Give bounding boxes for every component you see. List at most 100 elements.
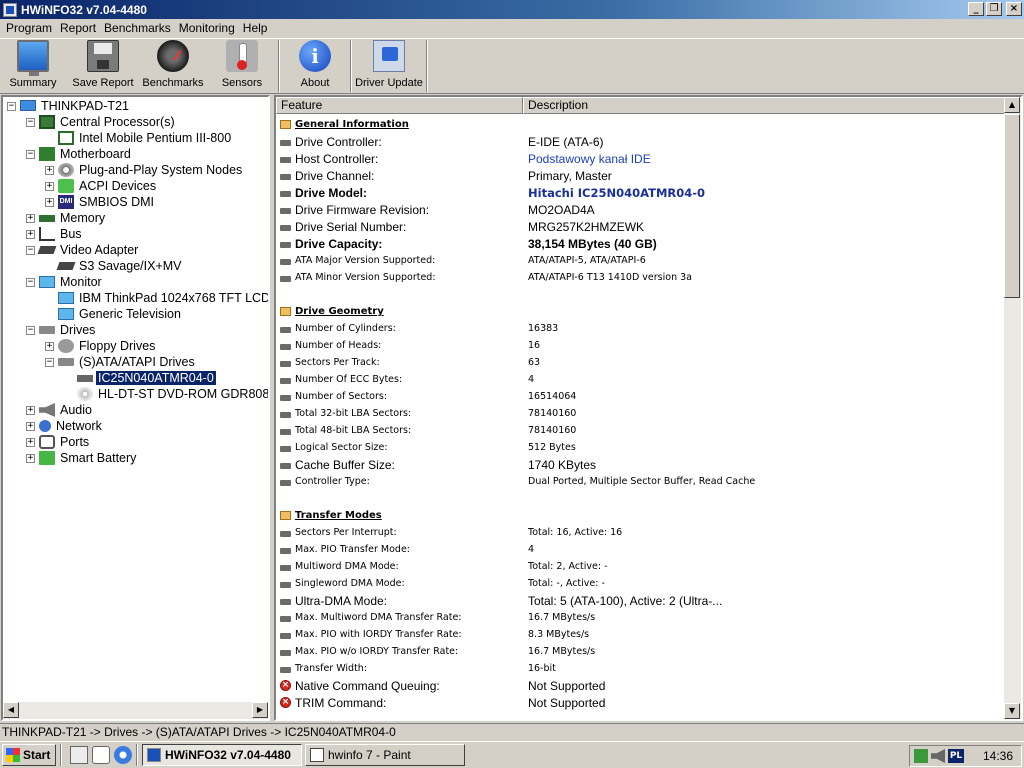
menu-program[interactable]: Program [2,21,56,35]
tree-node[interactable]: + Smart Battery [26,450,138,466]
feature-row[interactable]: Drive Firmware Revision: MO2OAD4A [278,201,1006,218]
expand-toggle[interactable]: + [26,213,35,223]
feature-row[interactable]: Cache Buffer Size: 1740 KBytes [278,456,1006,473]
feature-list[interactable]: Feature Description General Information D… [274,95,1023,721]
restore-button[interactable]: ❐ [986,2,1002,16]
feature-row[interactable]: Max. PIO w/o IORDY Transfer Rate: 16.7 MB… [278,643,1006,660]
tree-node[interactable]: + Ports [26,434,91,450]
feature-row[interactable]: Multiword DMA Mode: Total: 2, Active: - [278,558,1006,575]
network-tray-icon[interactable] [914,749,928,763]
tree-node[interactable]: + ACPI Devices [45,178,158,194]
collapse-toggle[interactable]: − [26,325,35,335]
scroll-left-button[interactable]: ◀ [3,702,19,718]
expand-toggle[interactable]: + [45,197,54,207]
feature-value[interactable]: Podstawowy kanał IDE [528,152,998,166]
task-hwinfo[interactable]: HWiNFO32 v7.04-4480 [142,744,302,766]
tree-node[interactable]: − Central Processor(s) [26,114,177,130]
feature-row[interactable]: × TRIM Command: Not Supported [278,694,1006,711]
tree-node[interactable]: IC25N040ATMR04-0 [64,370,217,386]
collapse-toggle[interactable]: − [7,101,16,111]
tree-node[interactable]: − Motherboard [26,146,133,162]
scroll-right-button[interactable]: ▶ [252,702,268,718]
menu-report[interactable]: Report [56,21,100,35]
feature-row[interactable]: Max. Multiword DMA Transfer Rate: 16.7 MB… [278,609,1006,626]
feature-row[interactable]: Drive Serial Number: MRG257K2HMZEWK [278,218,1006,235]
feature-row[interactable]: Logical Sector Size: 512 Bytes [278,439,1006,456]
scroll-track[interactable] [19,702,252,719]
feature-row[interactable]: Controller Type: Dual Ported, Multiple Se… [278,473,1006,490]
feature-row[interactable]: Max. PIO with IORDY Transfer Rate: 8.3 MB… [278,626,1006,643]
device-tree[interactable]: − THINKPAD-T21− Central Processor(s) Intel … [1,95,270,721]
feature-row[interactable]: Ultra-DMA Mode: Total: 5 (ATA-100), Activ… [278,592,1006,609]
feature-row[interactable]: Singleword DMA Mode: Total: -, Active: - [278,575,1006,592]
feature-row[interactable]: ATA Minor Version Supported: ATA/ATAPI-6 … [278,269,1006,286]
tree-node[interactable]: − Drives [26,322,97,338]
driver-update-button[interactable]: Driver Update [352,39,426,93]
tree-horizontal-scrollbar[interactable]: ◀ ▶ [3,702,268,719]
collapse-toggle[interactable]: − [26,245,35,255]
expand-toggle[interactable]: + [45,181,54,191]
menu-help[interactable]: Help [239,21,272,35]
expand-toggle[interactable]: + [26,453,35,463]
feature-row[interactable]: Drive Channel: Primary, Master [278,167,1006,184]
column-feature[interactable]: Feature [276,97,523,114]
expand-toggle[interactable]: + [45,165,54,175]
internet-explorer-icon[interactable] [114,746,132,764]
tree-node[interactable]: + DMI SMBIOS DMI [45,194,156,210]
tree-node[interactable]: + Audio [26,402,94,418]
tree-node[interactable]: HL-DT-ST DVD-ROM GDR8081N [64,386,268,402]
feature-row[interactable]: Drive Capacity: 38,154 MBytes (40 GB) [278,235,1006,252]
task-paint[interactable]: hwinfo 7 - Paint [305,744,465,766]
collapse-toggle[interactable]: − [26,277,35,287]
expand-toggle[interactable]: + [26,421,35,431]
language-indicator[interactable]: PL [948,749,964,763]
section-header[interactable]: Drive Geometry [278,303,1006,320]
feature-row[interactable]: Number of Heads: 16 [278,337,1006,354]
feature-row[interactable]: Host Controller: Podstawowy kanał IDE [278,150,1006,167]
tree-node[interactable]: − THINKPAD-T21 [7,98,131,114]
tree-node[interactable]: + Plug-and-Play System Nodes [45,162,244,178]
tree-node[interactable]: + Bus [26,226,84,242]
show-desktop-icon[interactable] [70,746,88,764]
tree-node[interactable]: − Video Adapter [26,242,140,258]
tree-node[interactable]: + Floppy Drives [45,338,157,354]
collapse-toggle[interactable]: − [45,357,54,367]
feature-row[interactable]: Number Of ECC Bytes: 4 [278,371,1006,388]
feature-row[interactable]: Number of Sectors: 16514064 [278,388,1006,405]
feature-row[interactable]: ATA Major Version Supported: ATA/ATAPI-5,… [278,252,1006,269]
feature-row[interactable]: Number of Cylinders: 16383 [278,320,1006,337]
menu-benchmarks[interactable]: Benchmarks [100,21,175,35]
tree-node[interactable]: Intel Mobile Pentium III-800 [45,130,233,146]
volume-icon[interactable] [931,749,945,763]
save-report-button[interactable]: Save Report [66,39,140,93]
section-header[interactable]: Transfer Modes [278,507,1006,524]
minimize-button[interactable]: _ [968,2,984,16]
section-header[interactable]: General Information [278,116,1006,133]
collapse-toggle[interactable]: − [26,117,35,127]
menu-monitoring[interactable]: Monitoring [175,21,239,35]
tree-node[interactable]: S3 Savage/IX+MV [45,258,184,274]
sensors-button[interactable]: Sensors [206,39,278,93]
expand-toggle[interactable]: + [26,437,35,447]
scroll-thumb[interactable] [1004,114,1020,298]
expand-toggle[interactable]: + [26,229,35,239]
scroll-up-button[interactable]: ▲ [1004,97,1020,113]
tree-node[interactable]: − Monitor [26,274,104,290]
tree-node[interactable]: IBM ThinkPad 1024x768 TFT LCD [45,290,268,306]
quicklaunch-icon[interactable] [92,746,110,764]
feature-value[interactable]: Hitachi IC25N040ATMR04-0 [528,186,998,200]
feature-row[interactable]: Drive Controller: E-IDE (ATA-6) [278,133,1006,150]
about-button[interactable]: i About [280,39,350,93]
tree-node[interactable]: + Network [26,418,104,434]
feature-row[interactable]: × Native Command Queuing: Not Supported [278,677,1006,694]
scroll-down-button[interactable]: ▼ [1004,703,1020,719]
column-description[interactable]: Description [523,97,1007,114]
feature-row[interactable]: Total 32-bit LBA Sectors: 78140160 [278,405,1006,422]
feature-row[interactable]: Transfer Width: 16-bit [278,660,1006,677]
tree-node[interactable]: − (S)ATA/ATAPI Drives [45,354,197,370]
title-bar[interactable]: HWiNFO32 v7.04-4480 _ ❐ × [0,0,1024,19]
collapse-toggle[interactable]: − [26,149,35,159]
feature-row[interactable]: Total 48-bit LBA Sectors: 78140160 [278,422,1006,439]
tree-node[interactable]: Generic Television [45,306,183,322]
feature-row[interactable]: Drive Model: Hitachi IC25N040ATMR04-0 [278,184,1006,201]
